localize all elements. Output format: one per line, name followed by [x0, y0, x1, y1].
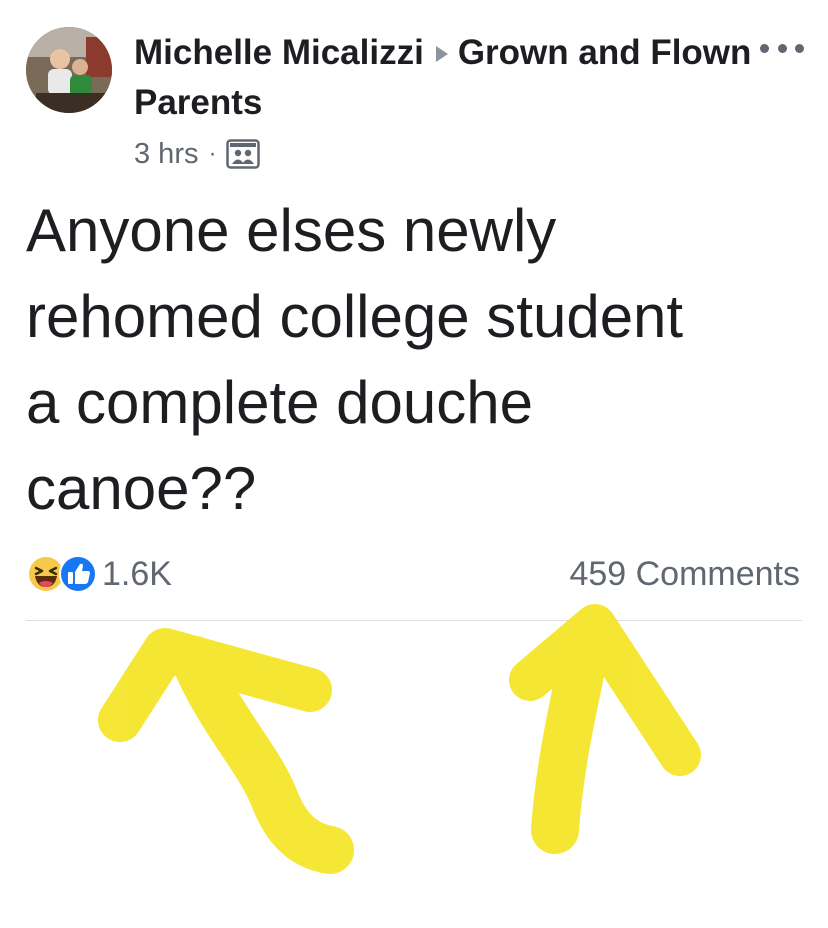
post-header-title: Michelle Micalizzi Grown and Flown Parent…: [134, 28, 754, 128]
meta-separator: ·: [208, 140, 217, 167]
post-meta: 3 hrs ·: [134, 134, 261, 174]
like-reaction-icon: [59, 555, 97, 593]
highlight-arrow-right-head: [509, 604, 701, 776]
reaction-count: 1.6K: [102, 554, 172, 593]
divider: [26, 620, 802, 621]
reaction-icons: [26, 554, 98, 594]
highlight-arrow-left-head: [98, 628, 332, 742]
author-name[interactable]: Michelle Micalizzi: [134, 33, 424, 72]
avatar-photo: [26, 27, 112, 113]
group-audience-icon: [226, 139, 261, 169]
more-dot: [760, 43, 769, 53]
highlight-arrow-left-shaft: [171, 636, 354, 874]
reactions-summary[interactable]: 1.6K: [26, 550, 172, 598]
timestamp[interactable]: 3 hrs: [134, 138, 198, 171]
post-body-text: Anyone elses newly rehomed college stude…: [26, 197, 684, 522]
more-options-button[interactable]: [760, 40, 804, 56]
facebook-post: Michelle Micalizzi Grown and Flown Parent…: [0, 0, 828, 928]
highlight-arrow-right-shaft: [531, 626, 609, 854]
more-dot: [777, 43, 787, 53]
more-dot: [795, 43, 804, 53]
comments-count-link[interactable]: 459 Comments: [569, 550, 800, 598]
shared-to-arrow-icon: [435, 45, 448, 62]
avatar[interactable]: [26, 27, 112, 113]
